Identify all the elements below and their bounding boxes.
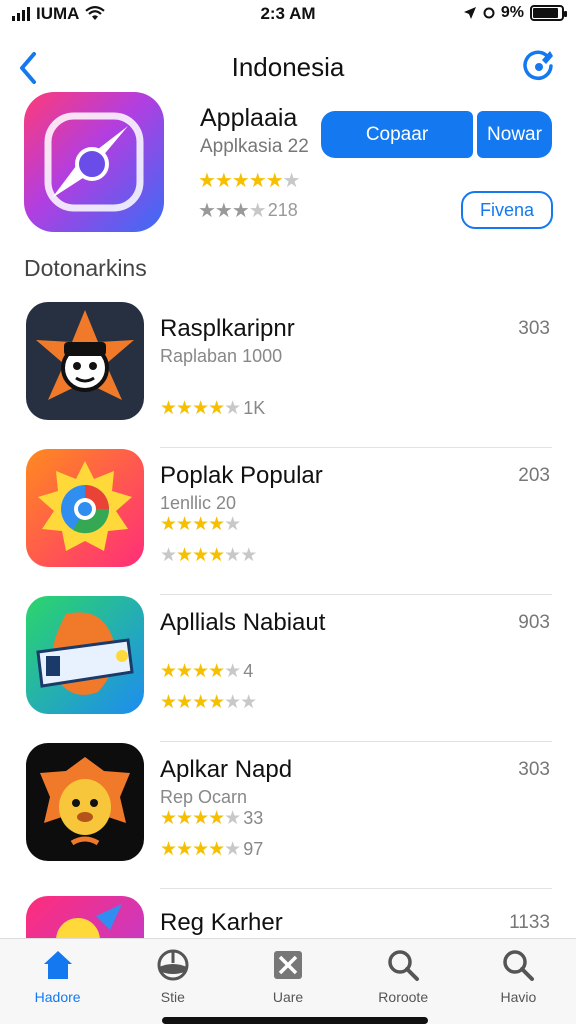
app-rating: ★★★★ ★ 4 (160, 661, 254, 682)
divider (160, 888, 552, 889)
app-name: Aplkar Napd (160, 756, 293, 783)
tab-label: Hadore (34, 989, 81, 1005)
featured-app-name[interactable]: Applaaia (200, 104, 297, 133)
home-icon (43, 951, 72, 979)
battery-icon (530, 5, 567, 21)
home-indicator (162, 1017, 428, 1024)
app-rating-secondary: ★★★★ ★ 97 (160, 839, 264, 860)
alarm-icon (483, 7, 495, 19)
list-item[interactable]: Rasplkaripnr Raplaban 1000 ★★★★ ★ 1K 303 (0, 302, 576, 448)
app-size: 303 (518, 318, 550, 339)
list-item[interactable]: Poplak Popular 1enllic 20 ★★★★ ★ ★ ★★★ ★★ 2… (0, 449, 576, 595)
divider (160, 594, 552, 595)
list-item[interactable]: Aplkar Napd Rep Ocarn ★★★★ ★ 33 ★★★★ ★ 97 30… (0, 743, 576, 889)
tab-label: Havio (500, 989, 537, 1005)
location-icon (463, 7, 476, 19)
app-rating: ★★★★ ★ (160, 514, 241, 535)
app-icon (26, 743, 144, 861)
nowar-button[interactable]: Nowar (477, 111, 552, 158)
featured-rating-count: ★★★ ★ 218 (198, 200, 298, 222)
app-icon (26, 596, 144, 714)
copaar-button[interactable]: Copaar (321, 111, 473, 158)
app-size: 303 (518, 759, 550, 780)
tab-uare[interactable]: Uare (230, 939, 345, 1024)
apps-icon (274, 951, 302, 979)
section-title: Dotonarkins (24, 255, 147, 281)
tab-roroote[interactable]: Roroote (346, 939, 461, 1024)
app-rating-secondary: ★★★★★★ (160, 692, 257, 713)
app-rating: ★★★★ ★ 33 (160, 808, 264, 829)
app-name: Apllials Nabiaut (160, 609, 326, 636)
search-icon (388, 950, 420, 981)
featured-app-icon[interactable] (24, 92, 164, 232)
app-rating: ★★★★ ★ 1K (160, 398, 266, 419)
tab-home[interactable]: Hadore (0, 939, 115, 1024)
app-subtitle: Rep Ocarn (160, 787, 248, 807)
app-size: 1133 (509, 912, 550, 933)
tab-bar: Hadore Stie Uare Roroote Havio (0, 938, 576, 1024)
search-icon (503, 950, 535, 981)
app-name: Reg Karher (160, 909, 283, 936)
app-name: Rasplkaripnr (160, 315, 295, 342)
divider (160, 447, 552, 448)
featured-app-subtitle: Applkasia 22 (200, 136, 309, 157)
tab-stie[interactable]: Stie (115, 939, 230, 1024)
app-icon (26, 302, 144, 420)
status-bar: IUMA 2:3 AM 9% (0, 0, 576, 30)
app-subtitle: 1enllic 20 (160, 493, 237, 513)
share-icon[interactable] (520, 48, 556, 84)
fivena-button[interactable]: Fivena (461, 191, 553, 229)
nav-bar: Indonesia (0, 40, 576, 96)
globe-icon (157, 949, 189, 981)
list-item[interactable]: Apllials Nabiaut ★★★★ ★ 4 ★★★★ ★★ 903 (0, 596, 576, 742)
app-subtitle: Raplaban 1000 (160, 346, 283, 366)
app-icon (26, 449, 144, 567)
divider (160, 741, 552, 742)
tab-label: Stie (160, 989, 185, 1005)
battery-percent: 9% (500, 4, 524, 21)
tab-label: Uare (272, 989, 304, 1005)
app-rating-secondary: ★★★★★★ (160, 545, 257, 566)
featured-rating-stars: ★★★★★ ★ (198, 170, 301, 192)
tab-havio[interactable]: Havio (461, 939, 576, 1024)
app-size: 203 (518, 465, 550, 486)
page-title: Indonesia (231, 52, 345, 82)
app-name: Poplak Popular (160, 462, 323, 489)
tab-label: Roroote (378, 989, 429, 1005)
app-size: 903 (518, 612, 550, 633)
